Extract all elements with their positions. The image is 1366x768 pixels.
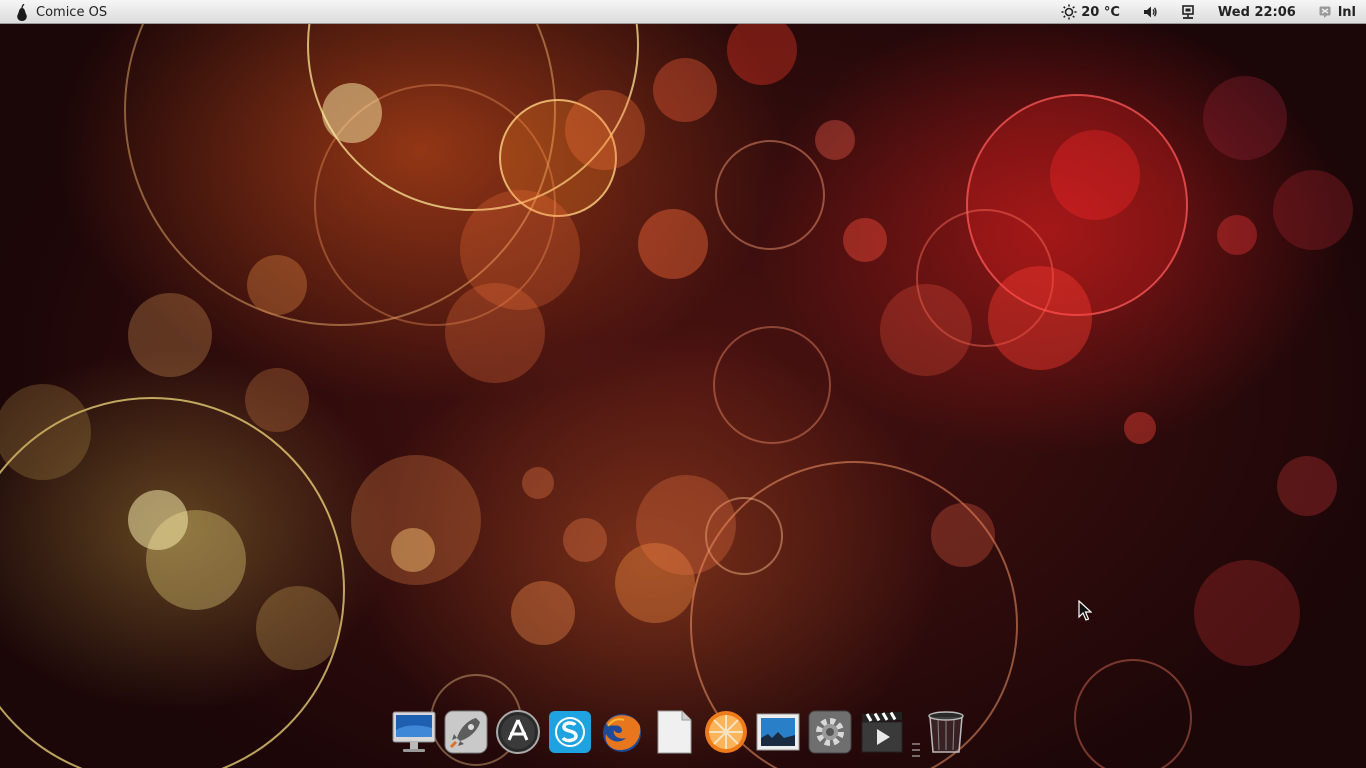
app-menu-title[interactable]: Comice OS [36, 5, 107, 20]
dock-item-orange-app[interactable] [702, 708, 750, 756]
app-store-icon [494, 708, 542, 756]
dock-item-skype[interactable] [546, 708, 594, 756]
firefox-icon [598, 708, 646, 756]
dock-item-firefox[interactable] [598, 708, 646, 756]
rocket-icon [442, 708, 490, 756]
trash-icon [922, 708, 970, 756]
dock-item-system-settings[interactable] [806, 708, 854, 756]
skype-icon [546, 708, 594, 756]
dock-item-trash[interactable] [922, 708, 970, 756]
dock-item-video-player[interactable] [858, 708, 906, 756]
document-icon [650, 708, 698, 756]
imac-icon [390, 708, 438, 756]
weather-indicator[interactable]: 20 °C [1061, 4, 1120, 20]
orange-slice-icon [702, 708, 750, 756]
user-menu[interactable]: lnl [1318, 4, 1356, 20]
sun-icon [1061, 4, 1077, 20]
clock-indicator[interactable]: Wed 22:06 [1218, 5, 1296, 20]
top-panel: Comice OS 20 °C Wed 22:06 lnl [0, 0, 1366, 24]
network-icon [1180, 4, 1196, 20]
volume-indicator[interactable] [1142, 4, 1158, 20]
dock-item-text-editor[interactable] [650, 708, 698, 756]
dock-separator [912, 738, 920, 758]
dock-item-launchpad[interactable] [442, 708, 490, 756]
dock-item-computer[interactable] [390, 708, 438, 756]
network-indicator[interactable] [1180, 4, 1196, 20]
speaker-icon [1142, 4, 1158, 20]
desktop-wallpaper [0, 0, 1366, 768]
user-name-label: lnl [1337, 4, 1356, 20]
dock-item-image-viewer[interactable] [754, 708, 802, 756]
dock [386, 702, 976, 768]
photo-icon [754, 708, 802, 756]
mouse-pointer-icon [1078, 599, 1093, 626]
user-switch-icon [1318, 4, 1334, 20]
pear-logo-icon[interactable] [14, 3, 30, 21]
gear-icon [806, 708, 854, 756]
clapperboard-icon [858, 708, 906, 756]
temperature-label: 20 °C [1081, 4, 1120, 20]
clock-label: Wed 22:06 [1217, 4, 1296, 20]
dock-item-app-store[interactable] [494, 708, 542, 756]
